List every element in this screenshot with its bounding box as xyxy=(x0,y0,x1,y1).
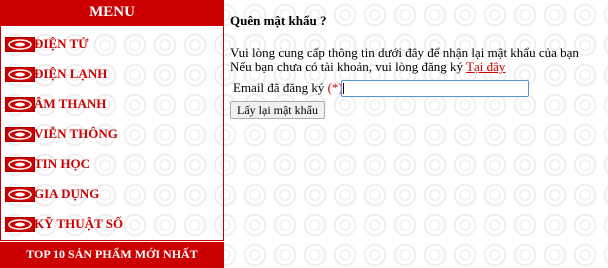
sidebar: MENU ĐIỆN TỬ ĐIỆN LẠNH ÂM THANH VIỄN THÔ… xyxy=(0,0,224,268)
menu-item-am-thanh[interactable]: ÂM THANH xyxy=(5,94,219,116)
brand-logo-icon xyxy=(5,127,35,142)
menu-item-dien-tu[interactable]: ĐIỆN TỬ xyxy=(5,34,219,56)
recover-password-button[interactable]: Lấy lại mật khẩu xyxy=(230,101,325,119)
text-caret xyxy=(343,83,344,94)
menu-item-vien-thong[interactable]: VIỄN THÔNG xyxy=(5,124,219,146)
menu-item-label: ĐIỆN LẠNH xyxy=(34,66,108,81)
menu-item-label: VIỄN THÔNG xyxy=(34,126,118,141)
register-link[interactable]: Tại đây xyxy=(466,59,505,74)
forgot-password-panel: Quên mật khẩu ? Vui lòng cung cấp thông … xyxy=(230,0,600,268)
email-label-text: Email đã đăng ký xyxy=(233,80,325,95)
brand-logo-icon xyxy=(5,67,35,82)
menu-item-tin-hoc[interactable]: TIN HỌC xyxy=(5,154,219,176)
menu-item-label: ÂM THANH xyxy=(34,96,107,111)
menu-item-gia-dung[interactable]: GIA DỤNG xyxy=(5,184,219,206)
menu-list: ĐIỆN TỬ ĐIỆN LẠNH ÂM THANH VIỄN THÔNG TI… xyxy=(0,25,224,241)
email-label: Email đã đăng ký (*) xyxy=(233,80,343,96)
menu-item-label: GIA DỤNG xyxy=(34,186,100,201)
menu-item-ky-thuat-so[interactable]: KỸ THUẬT SỐ xyxy=(5,214,219,236)
register-prompt: Nếu bạn chưa có tài khoản, vui lòng đăng… xyxy=(230,59,505,75)
email-field[interactable] xyxy=(341,80,529,97)
menu-item-label: KỸ THUẬT SỐ xyxy=(34,216,124,231)
brand-logo-icon xyxy=(5,157,35,172)
menu-item-dien-lanh[interactable]: ĐIỆN LẠNH xyxy=(5,64,219,86)
brand-logo-icon xyxy=(5,97,35,112)
brand-logo-icon xyxy=(5,217,35,232)
brand-logo-icon xyxy=(5,37,35,52)
menu-item-label: ĐIỆN TỬ xyxy=(34,36,89,51)
register-prompt-text: Nếu bạn chưa có tài khoản, vui lòng đăng… xyxy=(230,59,464,74)
page-title: Quên mật khẩu ? xyxy=(230,13,327,28)
menu-item-label: TIN HỌC xyxy=(34,156,90,171)
menu-header: MENU xyxy=(0,0,224,25)
brand-logo-icon xyxy=(5,187,35,202)
top10-header: TOP 10 SẢN PHẨM MỚI NHẤT xyxy=(0,242,224,268)
